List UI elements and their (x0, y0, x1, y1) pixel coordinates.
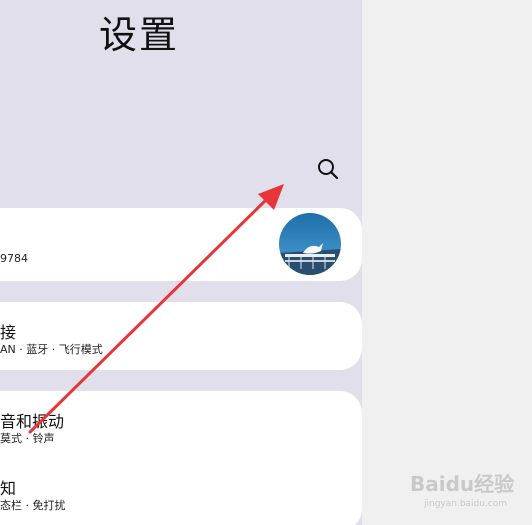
avatar[interactable] (279, 213, 341, 275)
watermark-brand: Baidu经验 (410, 472, 515, 496)
sound-subtitle: 莫式 · 铃声 (0, 432, 55, 445)
sound-title: 音和振动 (0, 412, 65, 431)
settings-screen: 设置 9784 接 AN · 蓝牙 · 飞行模式 音和振动 莫式 · 铃声 知 … (0, 0, 362, 525)
connections-card[interactable] (0, 302, 362, 370)
notifications-subtitle: 态栏 · 免打扰 (0, 499, 66, 512)
notifications-title: 知 (0, 479, 17, 498)
profile-photo (279, 213, 341, 275)
connections-title: 接 (0, 323, 17, 342)
account-number: 9784 (0, 252, 28, 265)
page-title: 设置 (99, 13, 180, 57)
watermark-logo: Baidu经验 jingyan.baidu.com (410, 468, 530, 518)
connections-subtitle: AN · 蓝牙 · 飞行模式 (0, 343, 103, 356)
search-icon (318, 159, 339, 180)
watermark-url: jingyan.baidu.com (424, 499, 508, 509)
search-button[interactable] (315, 156, 341, 182)
